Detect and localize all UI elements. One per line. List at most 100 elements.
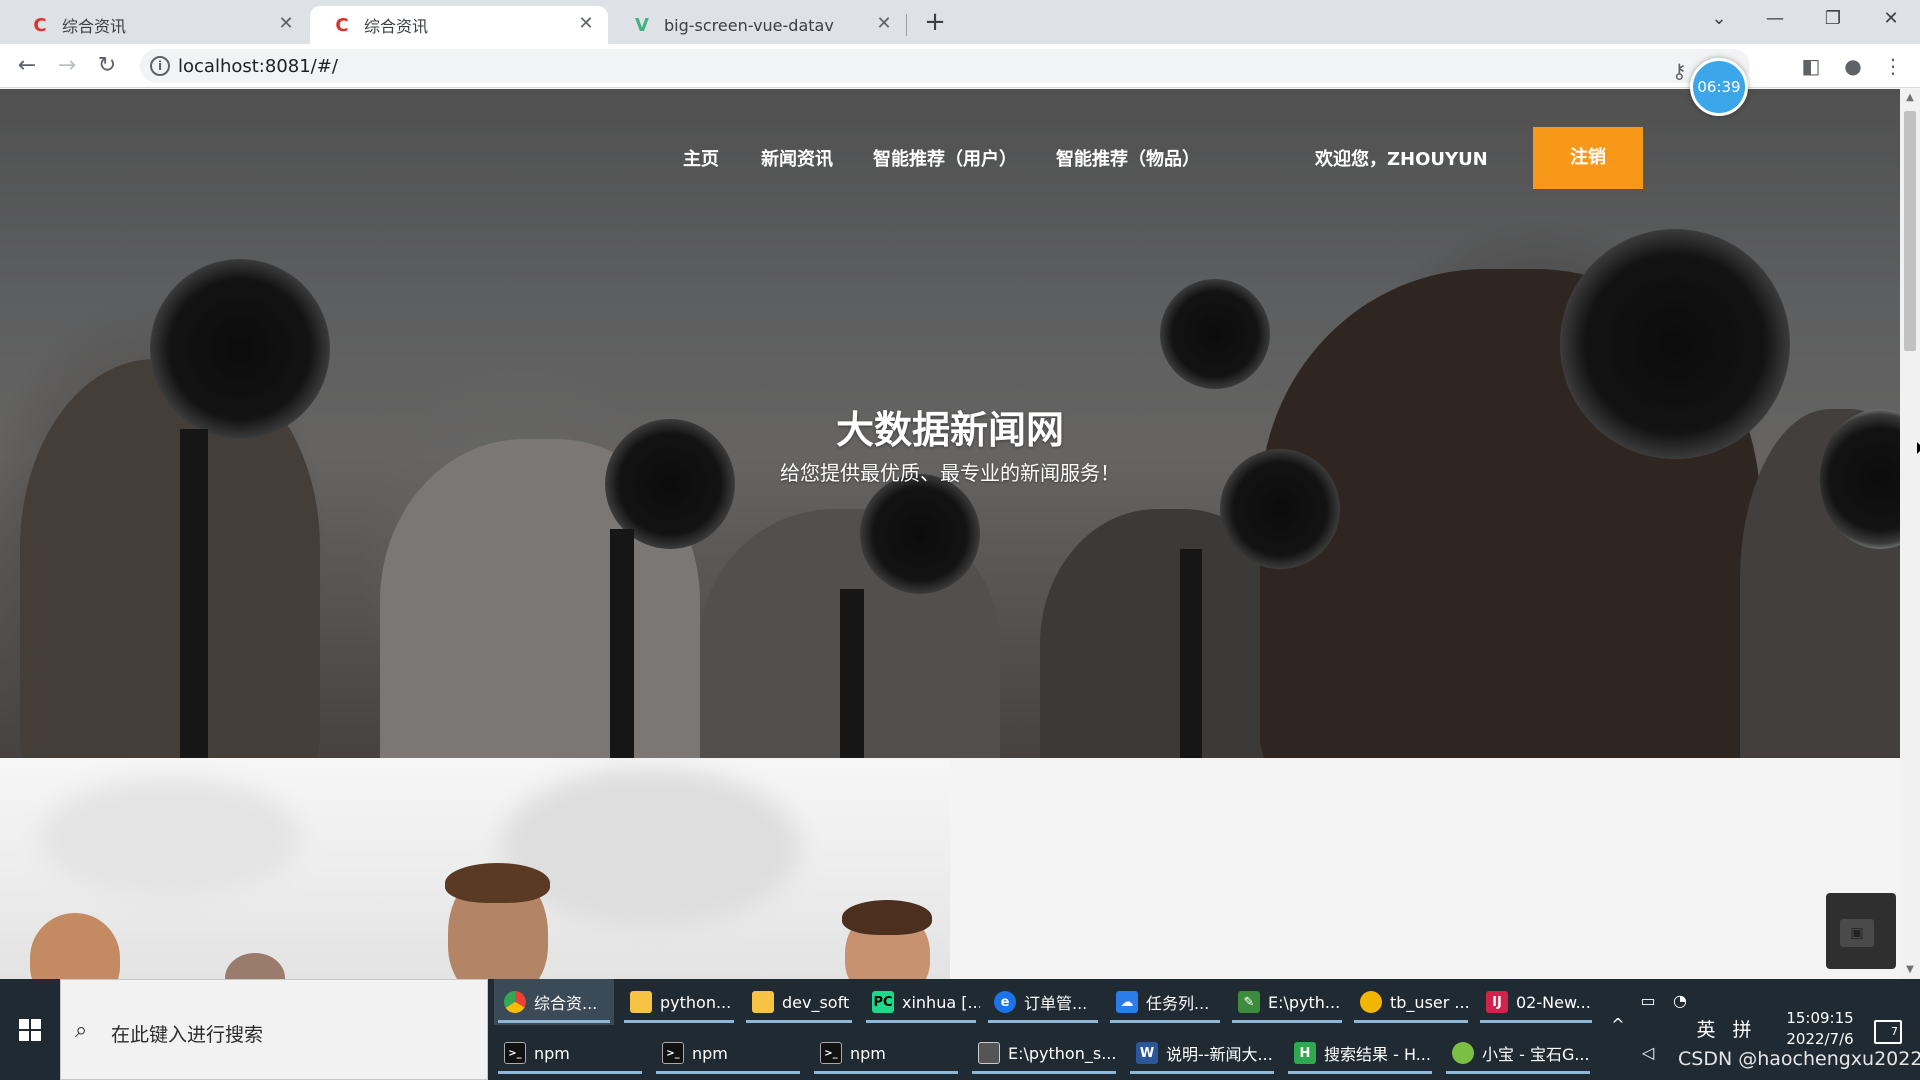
logout-button[interactable]: 注销 <box>1533 127 1643 189</box>
side-panel-icon[interactable]: ◧ <box>1798 54 1824 80</box>
pycharm-icon: PC <box>872 991 894 1013</box>
menu-kebab-icon[interactable]: ⋮ <box>1880 54 1906 80</box>
nav-home[interactable]: 主页 <box>683 145 719 171</box>
taskbar-app-label: 订单管... <box>1024 994 1088 1013</box>
scroll-down-arrow-icon[interactable]: ▼ <box>1900 961 1920 979</box>
person-hair-shape <box>445 863 550 903</box>
app-icon <box>1452 1042 1474 1064</box>
close-icon[interactable]: ✕ <box>276 14 296 34</box>
running-indicator <box>498 1071 642 1074</box>
volume-icon[interactable]: ◁ <box>1636 1043 1660 1062</box>
nav-recommend-item[interactable]: 智能推荐（物品） <box>1056 145 1200 171</box>
navicat-icon <box>1360 991 1382 1013</box>
taskbar-app[interactable]: >_ npm <box>494 1030 646 1076</box>
clock-date[interactable]: 2022/7/6 <box>1770 1030 1870 1048</box>
network-icon[interactable]: ◔ <box>1668 991 1692 1010</box>
person-head-shape <box>225 953 285 979</box>
key-icon[interactable]: ⚷ <box>1672 59 1687 83</box>
timer-badge[interactable]: 06:39 <box>1690 58 1748 116</box>
clock-time[interactable]: 15:09:15 <box>1770 1009 1870 1027</box>
top-navigation: 主页 新闻资讯 智能推荐（用户） 智能推荐（物品） 欢迎您，ZHOUYUN 注销 <box>0 89 1900 219</box>
taskbar-app[interactable]: tb_user ... <box>1350 979 1472 1025</box>
taskbar-app[interactable]: PC xinhua [... <box>862 979 980 1025</box>
hero-title: 大数据新闻网 <box>835 408 1064 452</box>
section-image <box>0 758 950 979</box>
running-indicator <box>1232 1020 1342 1023</box>
window-close-button[interactable]: ✕ <box>1864 0 1918 40</box>
nav-news[interactable]: 新闻资讯 <box>761 145 833 171</box>
ime-mode-indicator[interactable]: 拼 <box>1728 1015 1756 1042</box>
taskbar-app[interactable]: IJ 02-New... <box>1476 979 1596 1025</box>
tab-title: big-screen-vue-datav <box>664 15 834 35</box>
taskbar-app[interactable]: 小宝 - 宝石G... <box>1442 1030 1594 1076</box>
browser-tab[interactable]: C 综合资讯 ✕ <box>8 6 308 44</box>
taskbar-app[interactable]: python... <box>620 979 738 1025</box>
taskbar-app-label: 小宝 - 宝石G... <box>1482 1045 1590 1064</box>
taskbar-app-label: 02-New... <box>1516 992 1591 1012</box>
back-button[interactable]: ← <box>12 52 42 82</box>
taskbar-app[interactable]: >_ npm <box>652 1030 804 1076</box>
page-viewport: 主页 新闻资讯 智能推荐（用户） 智能推荐（物品） 欢迎您，ZHOUYUN 注销… <box>0 89 1900 979</box>
address-bar[interactable]: i localhost:8081/#/ ⚷ ☆ <box>140 49 1750 83</box>
taskbar-app-label: 综合资... <box>534 994 598 1013</box>
running-indicator <box>1130 1071 1274 1074</box>
page-scrollbar[interactable]: ▲ ▼ <box>1900 89 1920 979</box>
taskbar-app-label: E:\pyth... <box>1268 992 1341 1012</box>
taskbar-app[interactable]: ✎ E:\pyth... <box>1228 979 1346 1025</box>
taskbar-app[interactable]: W 说明--新闻大... <box>1126 1030 1278 1076</box>
cloud-icon: ☁ <box>1116 991 1138 1013</box>
taskbar-search-box[interactable]: ⌕ 在此键入进行搜索 <box>60 979 488 1080</box>
taskbar-app[interactable]: dev_soft <box>742 979 856 1025</box>
browser-toolbar: ← → ↻ i localhost:8081/#/ ⚷ ☆ ◧ ● ⋮ <box>0 44 1920 88</box>
window-icon <box>978 1042 1000 1064</box>
new-tab-button[interactable]: + <box>920 8 950 38</box>
hero-subtitle: 给您提供最优质、最专业的新闻服务！ <box>780 461 1120 485</box>
search-placeholder: 在此键入进行搜索 <box>111 1024 264 1046</box>
restore-button[interactable]: ❐ <box>1806 0 1860 40</box>
csdn-watermark: CSDN @haochengxu2022 <box>1678 1048 1920 1070</box>
taskbar-app-label: 任务列... <box>1146 994 1210 1013</box>
taskbar-app[interactable]: ☁ 任务列... <box>1106 979 1224 1025</box>
tab-title: 综合资讯 <box>364 17 429 36</box>
taskbar-app[interactable]: E:\python_s... <box>968 1030 1120 1076</box>
close-icon[interactable]: ✕ <box>576 14 596 34</box>
running-indicator <box>1110 1020 1220 1023</box>
url-text: localhost:8081/#/ <box>178 56 338 77</box>
minimize-button[interactable]: — <box>1748 0 1802 40</box>
running-indicator <box>746 1020 852 1023</box>
scroll-up-arrow-icon[interactable]: ▲ <box>1900 89 1920 107</box>
taskbar-app[interactable]: >_ npm <box>810 1030 962 1076</box>
video-camera-off-icon[interactable]: ▣ <box>1840 919 1874 947</box>
running-indicator <box>866 1020 976 1023</box>
forward-button[interactable]: → <box>52 52 82 82</box>
close-icon[interactable]: ✕ <box>874 14 894 34</box>
ime-language-indicator[interactable]: 英 <box>1692 1015 1720 1042</box>
vue-icon: V <box>635 14 649 36</box>
profile-icon[interactable]: ● <box>1840 54 1866 80</box>
nav-recommend-user[interactable]: 智能推荐（用户） <box>873 145 1017 171</box>
active-indicator <box>498 1020 610 1023</box>
taskbar-app[interactable]: 综合资... <box>494 979 614 1025</box>
start-button[interactable] <box>0 979 60 1080</box>
folder-icon <box>752 991 774 1013</box>
person-head-shape <box>30 913 120 979</box>
background-blur-shape <box>40 778 300 898</box>
welcome-text: 欢迎您，ZHOUYUN <box>1315 149 1488 170</box>
notification-center-icon[interactable]: 7 <box>1874 1020 1902 1044</box>
show-hidden-icons-chevron-icon[interactable]: ^ <box>1606 1015 1630 1034</box>
tab-search-chevron-icon[interactable]: ⌄ <box>1692 0 1746 40</box>
browser-tab[interactable]: V big-screen-vue-datav ✕ <box>610 6 906 44</box>
taskbar-app-label: npm <box>692 1043 728 1063</box>
browser-tab-active[interactable]: C 综合资讯 ✕ <box>310 6 608 44</box>
taskbar-app[interactable]: e 订单管... <box>984 979 1102 1025</box>
background-blur-shape <box>500 768 800 928</box>
battery-icon[interactable]: ▭ <box>1636 991 1660 1010</box>
scrollbar-thumb[interactable] <box>1904 111 1916 351</box>
taskbar-app-label: 搜索结果 - H... <box>1324 1045 1431 1064</box>
floating-video-widget[interactable]: ▣ <box>1826 893 1896 969</box>
reload-button[interactable]: ↻ <box>92 52 122 82</box>
taskbar-app[interactable]: H 搜索结果 - H... <box>1284 1030 1436 1076</box>
site-info-icon[interactable]: i <box>150 56 170 76</box>
browser-icon: e <box>994 991 1016 1013</box>
running-indicator <box>1288 1071 1432 1074</box>
